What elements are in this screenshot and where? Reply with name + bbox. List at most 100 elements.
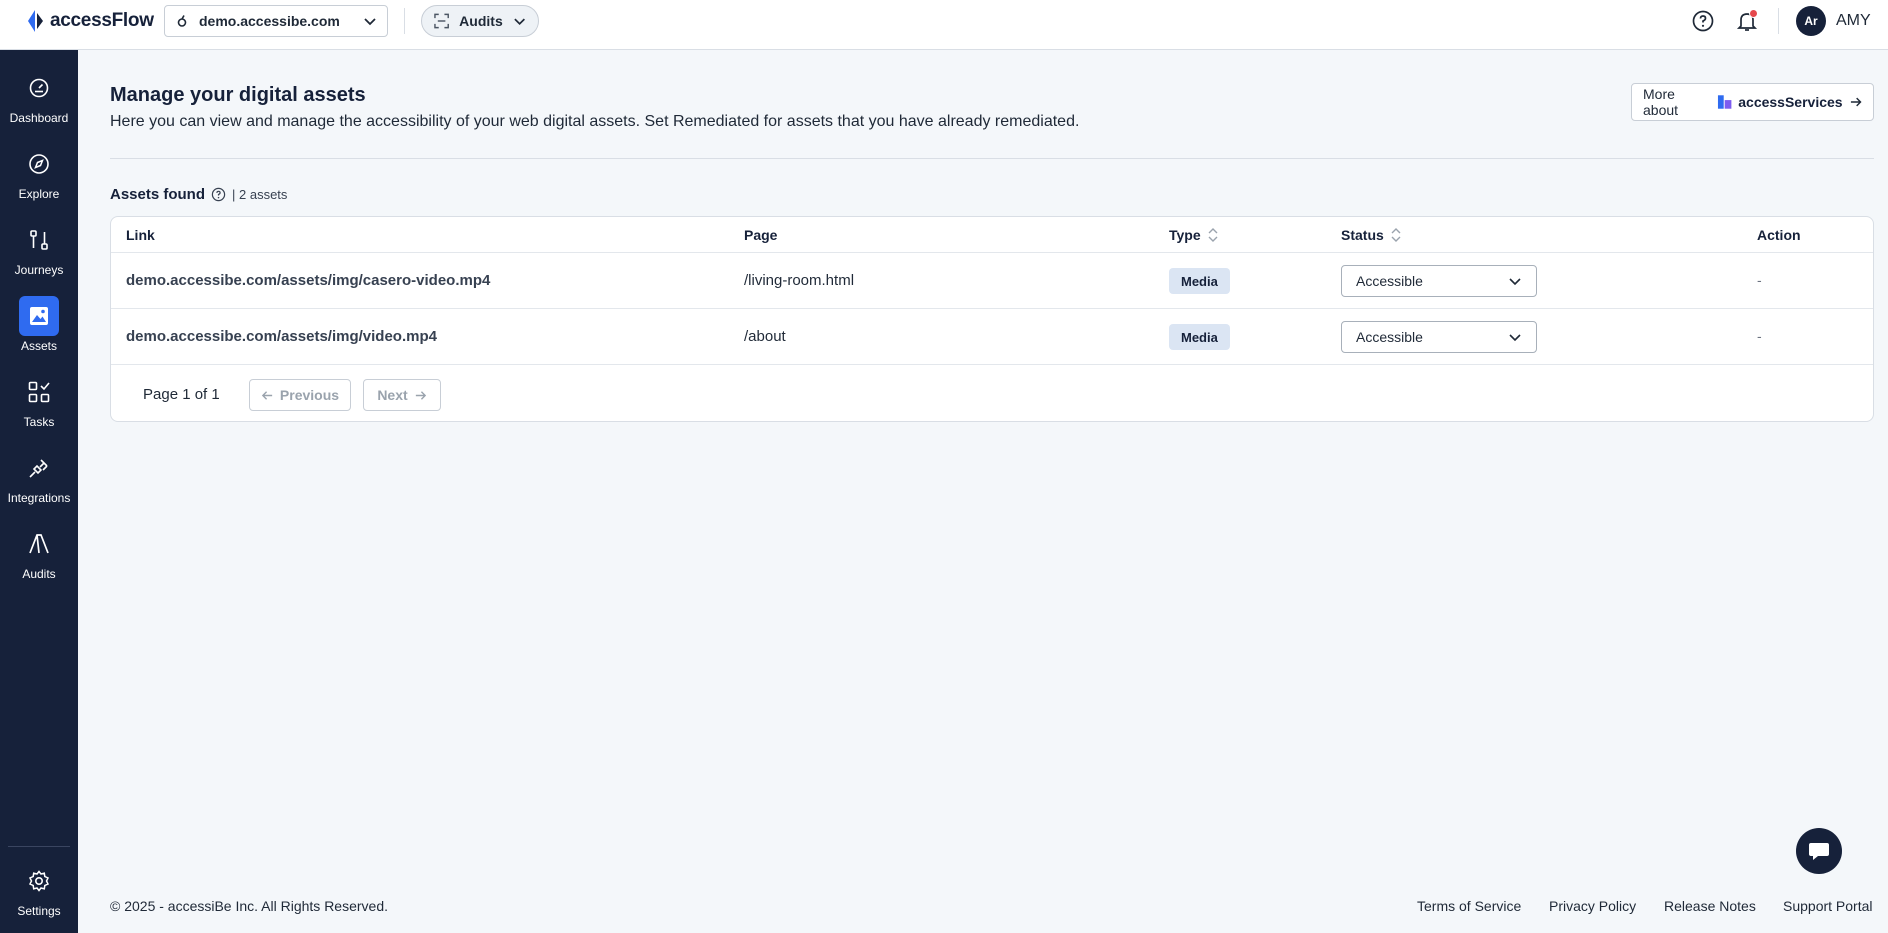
nav-icon-wrap bbox=[19, 68, 59, 108]
next-label: Next bbox=[377, 387, 408, 403]
chat-button[interactable] bbox=[1796, 828, 1842, 874]
section-divider bbox=[110, 158, 1874, 159]
tasks-icon bbox=[28, 381, 50, 403]
previous-label: Previous bbox=[279, 387, 340, 403]
sidebar-item-assets[interactable]: Assets bbox=[0, 296, 78, 366]
column-label: Type bbox=[1169, 227, 1201, 243]
row-action: - bbox=[1757, 328, 1762, 344]
nav-icon-wrap bbox=[19, 524, 59, 564]
mode-selector[interactable]: Audits bbox=[421, 5, 539, 37]
sidebar-item-tasks[interactable]: Tasks bbox=[0, 372, 78, 442]
type-badge: Media bbox=[1169, 324, 1230, 350]
app-logo[interactable]: accessFlow bbox=[24, 9, 154, 33]
sidebar-item-explore[interactable]: Explore bbox=[0, 144, 78, 214]
row-action: - bbox=[1757, 272, 1762, 288]
previous-page-button[interactable]: Previous bbox=[249, 379, 351, 411]
header-divider bbox=[1778, 8, 1779, 34]
chevron-down-icon bbox=[364, 18, 376, 26]
help-icon[interactable] bbox=[1691, 9, 1715, 33]
sidebar-item-label: Tasks bbox=[23, 415, 55, 429]
asset-link[interactable]: demo.accessibe.com/assets/img/casero-vid… bbox=[126, 272, 490, 289]
chevron-down-icon bbox=[514, 18, 525, 26]
nav-icon-wrap bbox=[19, 372, 59, 412]
compass-icon bbox=[29, 154, 49, 174]
more-about-services-button[interactable]: More about accessServices bbox=[1631, 83, 1874, 121]
status-dropdown[interactable]: Accessible bbox=[1341, 265, 1537, 297]
column-label: Action bbox=[1757, 227, 1801, 243]
site-selector[interactable]: demo.accessibe.com bbox=[164, 5, 388, 37]
nav-icon-wrap bbox=[19, 144, 59, 184]
notifications-button[interactable] bbox=[1735, 9, 1759, 33]
top-bar: accessFlow demo.accessibe.com Audits Ar … bbox=[0, 0, 1888, 50]
pagination-status: Page 1 of 1 bbox=[143, 386, 220, 403]
sidebar-item-audits[interactable]: Audits bbox=[0, 524, 78, 594]
arrow-right-icon bbox=[1850, 97, 1862, 107]
asset-link[interactable]: demo.accessibe.com/assets/img/video.mp4 bbox=[126, 328, 437, 345]
site-name: demo.accessibe.com bbox=[199, 13, 340, 29]
sidebar-item-label: Dashboard bbox=[9, 111, 69, 125]
user-name[interactable]: AMY bbox=[1836, 12, 1871, 30]
avatar[interactable]: Ar bbox=[1796, 6, 1826, 36]
column-header-page: Page bbox=[744, 227, 777, 243]
copyright: © 2025 - accessiBe Inc. All Rights Reser… bbox=[110, 898, 388, 914]
nav-icon-wrap bbox=[19, 296, 59, 336]
type-badge: Media bbox=[1169, 268, 1230, 294]
assets-count: | 2 assets bbox=[232, 187, 288, 202]
app-name: accessFlow bbox=[50, 10, 154, 31]
status-value: Accessible bbox=[1356, 273, 1423, 289]
journeys-icon bbox=[30, 230, 48, 250]
column-header-action: Action bbox=[1757, 227, 1801, 243]
support-portal-link[interactable]: Support Portal bbox=[1783, 898, 1873, 914]
table-header-row: Link Page Type Status Action bbox=[111, 217, 1873, 253]
column-header-link: Link bbox=[126, 227, 155, 243]
image-icon bbox=[30, 307, 48, 325]
audits-icon bbox=[29, 534, 49, 554]
page-title: Manage your digital assets bbox=[110, 84, 366, 106]
help-icon[interactable] bbox=[211, 187, 226, 202]
nav-icon-wrap bbox=[19, 861, 59, 901]
status-value: Accessible bbox=[1356, 329, 1423, 345]
sort-icon[interactable] bbox=[1207, 227, 1219, 243]
table-row: demo.accessibe.com/assets/img/video.mp4 … bbox=[111, 309, 1873, 365]
services-name: accessServices bbox=[1738, 94, 1843, 110]
sidebar-item-label: Audits bbox=[22, 567, 56, 581]
privacy-link[interactable]: Privacy Policy bbox=[1549, 898, 1636, 914]
header-divider bbox=[404, 8, 405, 34]
sidebar-divider bbox=[8, 846, 70, 847]
more-about-label: More about bbox=[1643, 86, 1679, 118]
site-icon bbox=[177, 15, 187, 27]
sidebar-item-label: Integrations bbox=[7, 491, 71, 505]
notification-badge bbox=[1749, 9, 1758, 18]
gear-icon bbox=[28, 870, 50, 892]
status-dropdown[interactable]: Accessible bbox=[1341, 321, 1537, 353]
sidebar-item-label: Settings bbox=[17, 904, 61, 918]
assets-found-label: Assets found bbox=[110, 186, 206, 203]
chevron-down-icon bbox=[1509, 334, 1521, 342]
sidebar-item-label: Journeys bbox=[14, 263, 64, 277]
dashboard-icon bbox=[29, 78, 49, 98]
next-page-button[interactable]: Next bbox=[363, 379, 441, 411]
table-row: demo.accessibe.com/assets/img/casero-vid… bbox=[111, 253, 1873, 309]
asset-page: /about bbox=[744, 328, 786, 345]
nav-icon-wrap bbox=[19, 448, 59, 488]
logo-icon bbox=[28, 10, 43, 32]
sidebar-item-settings[interactable]: Settings bbox=[0, 861, 78, 931]
sidebar-item-integrations[interactable]: Integrations bbox=[0, 448, 78, 518]
sidebar: Dashboard Explore Journeys Assets Tasks … bbox=[0, 50, 78, 933]
column-header-type[interactable]: Type bbox=[1169, 227, 1219, 243]
services-logo-icon bbox=[1717, 95, 1732, 109]
asset-page: /living-room.html bbox=[744, 272, 855, 289]
assets-found-header: Assets found | 2 assets bbox=[110, 186, 287, 203]
sidebar-item-label: Explore bbox=[18, 187, 60, 201]
main-content: Manage your digital assets Here you can … bbox=[78, 50, 1888, 933]
assets-table: Link Page Type Status Action demo.access… bbox=[110, 216, 1874, 422]
scan-icon bbox=[434, 13, 449, 29]
sidebar-item-journeys[interactable]: Journeys bbox=[0, 220, 78, 290]
column-header-status[interactable]: Status bbox=[1341, 227, 1402, 243]
sidebar-item-dashboard[interactable]: Dashboard bbox=[0, 68, 78, 138]
terms-link[interactable]: Terms of Service bbox=[1417, 898, 1521, 914]
mode-label: Audits bbox=[459, 13, 503, 29]
chevron-down-icon bbox=[1509, 278, 1521, 286]
release-notes-link[interactable]: Release Notes bbox=[1664, 898, 1756, 914]
sort-icon[interactable] bbox=[1390, 227, 1402, 243]
